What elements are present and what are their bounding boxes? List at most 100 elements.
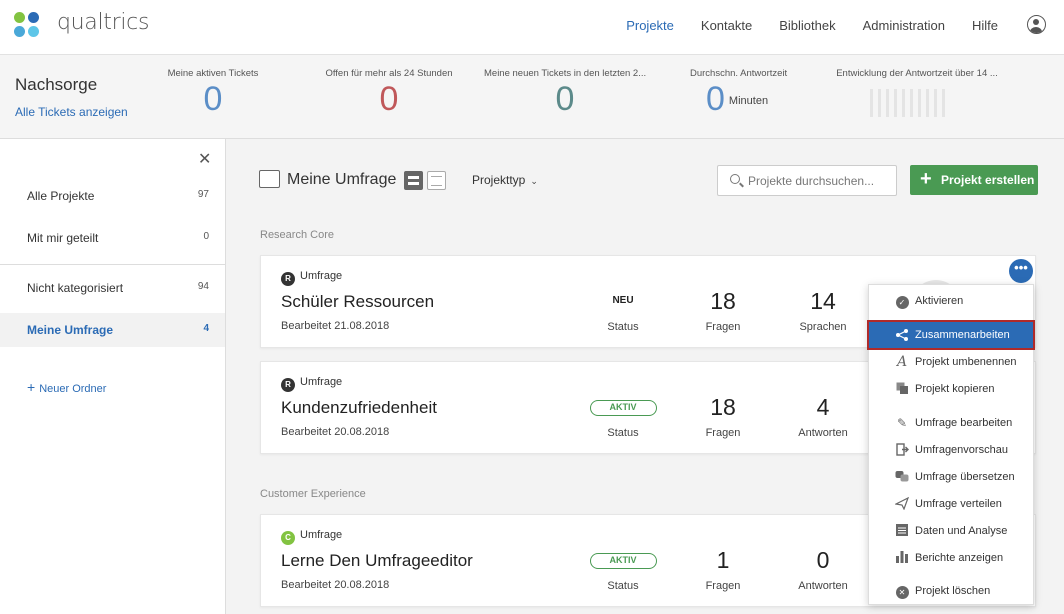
- ticket-summary-bar: Nachsorge Alle Tickets anzeigen Meine ak…: [0, 55, 1064, 139]
- menu-item-zusammenarbeiten[interactable]: Zusammenarbeiten: [867, 320, 1035, 350]
- ticket-section-title: Nachsorge: [15, 75, 98, 94]
- qualtrics-logo-icon[interactable]: [14, 12, 42, 40]
- project-questions: 18 Fragen: [668, 392, 778, 439]
- preview-icon: [895, 443, 909, 457]
- card-view-toggle-icon[interactable]: [404, 171, 423, 190]
- rename-icon: A: [896, 354, 908, 370]
- project-responses: 4 Antworten: [768, 392, 878, 439]
- nav-bibliothek[interactable]: Bibliothek: [779, 18, 835, 33]
- menu-item-label: Aktivieren: [915, 295, 964, 307]
- project-status: NEU Status: [568, 286, 678, 333]
- delete-circle-icon: ✕: [895, 584, 909, 599]
- stat-response-trend[interactable]: Entwicklung der Antwortzeit über 14 ...: [836, 68, 998, 79]
- project-edited-date: Bearbeitet 20.08.2018: [281, 579, 390, 591]
- menu-item-umfragenvorschau[interactable]: Umfragenvorschau: [869, 437, 1033, 463]
- project-status: AKTIV Status: [568, 392, 678, 439]
- menu-item-label: Daten und Analyse: [915, 525, 1008, 537]
- sidebar-item-count: 97: [197, 189, 209, 200]
- status-value: NEU: [612, 295, 634, 306]
- responses-count: 0: [816, 547, 830, 573]
- nav-projekte[interactable]: Projekte: [626, 18, 674, 33]
- project-questions: 1 Fragen: [668, 545, 778, 592]
- sidebar-item-count: 94: [197, 281, 209, 292]
- project-search[interactable]: [717, 165, 897, 196]
- stat-label: Entwicklung der Antwortzeit über 14 ...: [836, 68, 998, 79]
- menu-item-projekt-loeschen[interactable]: ✕ Projekt löschen: [869, 578, 1033, 604]
- menu-item-label: Umfragenvorschau: [915, 444, 1008, 456]
- project-name[interactable]: Lerne Den Umfrageeditor: [281, 551, 473, 571]
- stat-new-tickets[interactable]: Meine neuen Tickets in den letzten 2... …: [484, 68, 646, 117]
- project-type-text: Umfrage: [300, 376, 343, 388]
- share-icon: [895, 328, 909, 342]
- research-core-icon: R: [281, 272, 295, 286]
- menu-item-label: Projekt umbenennen: [915, 356, 1017, 368]
- top-navigation: qualtrics Projekte Kontakte Bibliothek A…: [0, 0, 1064, 55]
- stat-active-tickets[interactable]: Meine aktiven Tickets 0: [166, 68, 260, 117]
- stat-label: Meine neuen Tickets in den letzten 2...: [484, 68, 647, 79]
- sidebar-item-meine-umfrage[interactable]: Meine Umfrage 4: [0, 313, 225, 347]
- menu-item-kopieren[interactable]: Projekt kopieren: [869, 376, 1033, 402]
- project-type-text: Umfrage: [300, 270, 343, 282]
- questions-label: Fragen: [705, 321, 741, 333]
- questions-count: 1: [716, 547, 730, 573]
- project-type-text: Umfrage: [300, 529, 343, 541]
- questions-count: 18: [710, 288, 736, 314]
- project-responses: 0 Antworten: [768, 545, 878, 592]
- status-badge: AKTIV: [589, 553, 657, 569]
- stat-value: 0: [555, 80, 575, 118]
- close-sidebar-icon[interactable]: ✕: [198, 149, 211, 169]
- menu-item-label: Projekt kopieren: [915, 383, 995, 395]
- folder-title: Meine Umfrage: [287, 171, 397, 188]
- menu-item-umfrage-verteilen[interactable]: Umfrage verteilen: [869, 491, 1033, 517]
- group-label-research-core: Research Core: [260, 229, 334, 241]
- project-type-tag: R Umfrage: [281, 376, 342, 392]
- search-input[interactable]: [748, 172, 893, 190]
- sidebar-item-count: 0: [203, 231, 209, 242]
- menu-item-aktivieren[interactable]: ✓ Aktivieren: [869, 288, 1033, 314]
- sidebar-item-label: Mit mir geteilt: [27, 231, 99, 245]
- user-account-icon[interactable]: [1027, 15, 1046, 34]
- menu-item-label: Umfrage verteilen: [915, 498, 1002, 510]
- languages-count: 14: [810, 288, 836, 314]
- copy-icon: [895, 382, 909, 396]
- new-folder-button[interactable]: + Neuer Ordner: [27, 379, 106, 395]
- nav-hilfe[interactable]: Hilfe: [972, 18, 998, 33]
- menu-item-daten-und-analyse[interactable]: Daten und Analyse: [869, 518, 1033, 544]
- stat-unit: Minuten: [728, 95, 769, 108]
- stat-avg-response[interactable]: Durchschn. Antwortzeit 0 Minuten: [690, 68, 788, 119]
- stat-value: 0: [203, 80, 223, 118]
- translate-icon: [895, 470, 909, 484]
- project-options-button[interactable]: •••: [1009, 259, 1033, 283]
- project-type-dropdown[interactable]: Projekttyp ⌄: [472, 173, 538, 187]
- sidebar-item-label: Alle Projekte: [27, 189, 95, 203]
- all-tickets-link[interactable]: Alle Tickets anzeigen: [15, 105, 128, 119]
- stat-value: 0: [379, 80, 399, 118]
- responses-count: 4: [816, 394, 830, 420]
- project-context-menu: ✓ Aktivieren Zusammenarbeiten A Projekt …: [867, 284, 1035, 605]
- create-project-button[interactable]: + Projekt erstellen: [910, 165, 1038, 195]
- stat-open-24h[interactable]: Offen für mehr als 24 Stunden 0: [324, 68, 454, 117]
- sidebar-item-alle-projekte[interactable]: Alle Projekte 97: [0, 179, 225, 213]
- project-type-tag: R Umfrage: [281, 270, 342, 286]
- nav-administration[interactable]: Administration: [863, 18, 945, 33]
- sidebar-item-count: 4: [203, 323, 209, 334]
- sidebar-item-label: Meine Umfrage: [27, 323, 114, 337]
- stat-label: Meine aktiven Tickets: [167, 68, 259, 79]
- list-view-toggle-icon[interactable]: [427, 171, 446, 190]
- sidebar-item-mit-mir-geteilt[interactable]: Mit mir geteilt 0: [0, 221, 225, 255]
- brand-name[interactable]: qualtrics: [57, 10, 149, 35]
- menu-item-umbenennen[interactable]: A Projekt umbenennen: [869, 349, 1033, 375]
- menu-item-berichte-anzeigen[interactable]: Berichte anzeigen: [869, 545, 1033, 571]
- stat-label: Durchschn. Antwortzeit: [690, 68, 788, 79]
- folder-icon: [259, 170, 280, 188]
- search-icon: [730, 174, 740, 184]
- sidebar-item-nicht-kategorisiert[interactable]: Nicht kategorisiert 94: [0, 271, 225, 305]
- project-edited-date: Bearbeitet 20.08.2018: [281, 426, 390, 438]
- project-name[interactable]: Kundenzufriedenheit: [281, 398, 437, 418]
- nav-kontakte[interactable]: Kontakte: [701, 18, 752, 33]
- menu-item-umfrage-bearbeiten[interactable]: ✎ Umfrage bearbeiten: [869, 410, 1033, 436]
- menu-item-umfrage-uebersetzen[interactable]: Umfrage übersetzen: [869, 464, 1033, 490]
- project-name[interactable]: Schüler Ressourcen: [281, 292, 434, 312]
- customer-experience-icon: C: [281, 531, 295, 545]
- questions-label: Fragen: [705, 580, 741, 592]
